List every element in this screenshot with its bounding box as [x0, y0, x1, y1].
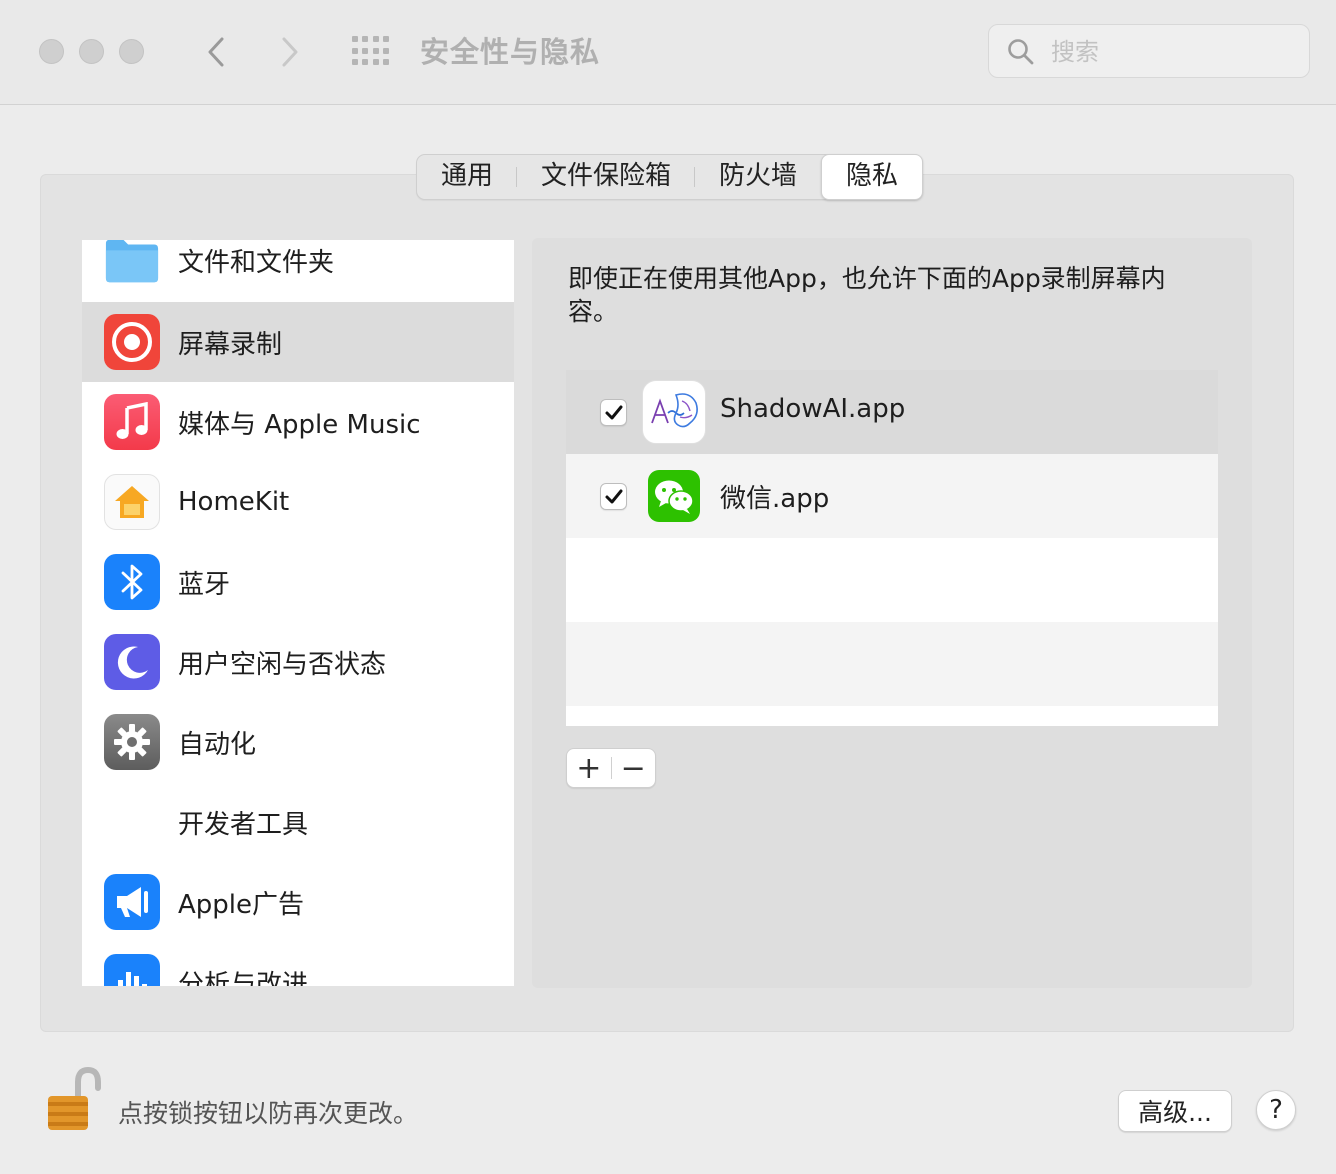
forward-button[interactable] [270, 30, 310, 74]
sidebar-item-label: 屏幕录制 [178, 329, 283, 360]
wechat-checkbox[interactable] [600, 483, 627, 510]
shadowai-icon [642, 380, 706, 444]
tab-privacy[interactable]: 隐私 [821, 154, 924, 200]
search-field[interactable] [988, 24, 1310, 78]
chevron-right-icon [282, 37, 298, 67]
add-app-button[interactable]: + [567, 749, 611, 787]
megaphone-icon [104, 874, 160, 930]
privacy-category-list[interactable]: 文件和文件夹 屏幕录制 媒体与 Apple Music HomeKit 蓝牙 用… [82, 240, 514, 986]
checkmark-icon [605, 405, 622, 419]
checkmark-icon [605, 489, 622, 503]
sidebar-item-label: 文件和文件夹 [178, 247, 335, 278]
sidebar-item-label: 用户空闲与否状态 [178, 649, 387, 680]
lock-hint-text: 点按锁按钮以防再次更改。 [118, 1099, 419, 1128]
lock-button[interactable] [42, 1066, 108, 1138]
sidebar-item-files-folders[interactable]: 文件和文件夹 [82, 240, 514, 300]
app-row-wechat[interactable]: 微信.app [566, 454, 1218, 538]
sidebar-item-homekit[interactable]: HomeKit [82, 462, 514, 542]
help-button[interactable]: ? [1256, 1090, 1296, 1130]
gear-icon [104, 714, 160, 770]
sidebar-item-label: 媒体与 Apple Music [178, 409, 421, 440]
zoom-window-button[interactable] [119, 39, 144, 64]
bluetooth-icon [104, 554, 160, 610]
app-name: 微信.app [720, 484, 830, 514]
list-item [566, 706, 1218, 726]
screen-recording-description: 即使正在使用其他App，也允许下面的App录制屏幕内容。 [568, 264, 1166, 326]
advanced-button[interactable]: 高级... [1118, 1090, 1232, 1132]
tab-firewall[interactable]: 防火墙 [695, 155, 821, 199]
sidebar-item-automation[interactable]: 自动化 [82, 702, 514, 782]
back-button[interactable] [196, 30, 236, 74]
chevron-left-icon [208, 37, 224, 67]
sidebar-item-label: 蓝牙 [178, 569, 231, 600]
moon-icon [104, 634, 160, 690]
sidebar-item-label: Apple广告 [178, 889, 305, 920]
search-input[interactable] [1049, 34, 1293, 70]
remove-app-button[interactable]: − [611, 749, 655, 787]
title-bar: 安全性与隐私 [0, 0, 1336, 105]
minimize-window-button[interactable] [79, 39, 104, 64]
tab-filevault[interactable]: 文件保险箱 [517, 155, 696, 199]
show-all-grid-icon[interactable] [352, 36, 390, 68]
system-preferences-window: 安全性与隐私 通用 文件保险箱 防火墙 隐私 文件和文件夹 [0, 0, 1336, 1174]
allowed-apps-list[interactable]: ShadowAI.app 微信.app [566, 370, 1218, 726]
sidebar-item-developer-tools[interactable]: 开发者工具 [82, 782, 514, 862]
list-item [566, 538, 1218, 622]
search-icon [1008, 39, 1034, 65]
close-window-button[interactable] [39, 39, 64, 64]
home-icon [104, 474, 160, 530]
sidebar-item-media-music[interactable]: 媒体与 Apple Music [82, 382, 514, 462]
sidebar-item-bluetooth[interactable]: 蓝牙 [82, 542, 514, 622]
window-title: 安全性与隐私 [420, 35, 601, 69]
sidebar-item-label: 分析与改进 [178, 969, 309, 987]
app-row-shadowai[interactable]: ShadowAI.app [566, 370, 1218, 454]
sidebar-item-label: 开发者工具 [178, 809, 309, 840]
screen-recording-icon [104, 314, 160, 370]
add-remove-control: + − [566, 748, 656, 788]
wechat-icon [648, 470, 700, 522]
tab-general[interactable]: 通用 [417, 155, 518, 199]
sidebar-item-label: HomeKit [178, 487, 290, 517]
chart-icon [104, 954, 160, 986]
unlocked-padlock-icon [48, 1066, 101, 1130]
music-icon [104, 394, 160, 450]
sidebar-item-screen-recording[interactable]: 屏幕录制 [82, 302, 514, 382]
sidebar-item-label: 自动化 [178, 729, 257, 760]
tab-bar: 通用 文件保险箱 防火墙 隐私 [416, 154, 924, 200]
shadowai-checkbox[interactable] [600, 399, 627, 426]
sidebar-item-focus-status[interactable]: 用户空闲与否状态 [82, 622, 514, 702]
sidebar-item-apple-ads[interactable]: Apple广告 [82, 862, 514, 942]
app-name: ShadowAI.app [720, 394, 906, 424]
sidebar-item-analytics[interactable]: 分析与改进 [82, 942, 514, 986]
list-item [566, 622, 1218, 706]
folder-icon [104, 240, 160, 288]
